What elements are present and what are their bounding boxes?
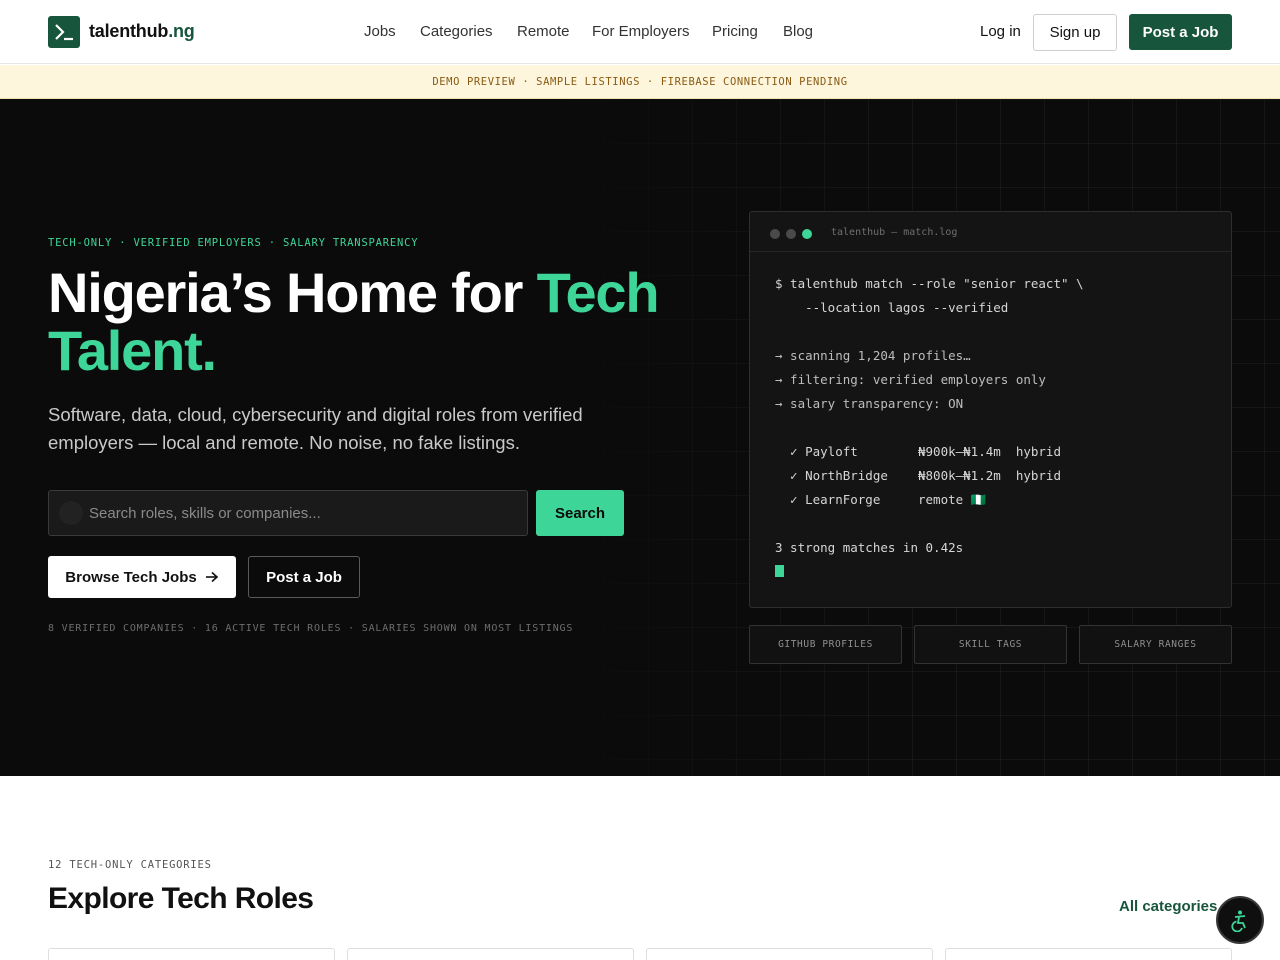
logo-terminal-icon[interactable] (48, 16, 80, 48)
hero-title: Nigeria’s Home for Tech Talent. (48, 264, 728, 380)
post-job-header-button[interactable]: Post a Job (1129, 14, 1232, 50)
logo-tld: .ng (168, 21, 195, 41)
feature-chip-salary: SALARY RANGES (1079, 625, 1232, 664)
accessibility-icon[interactable] (1216, 896, 1264, 944)
category-card[interactable] (945, 948, 1232, 960)
logo-name: talenthub (89, 21, 169, 41)
categories-title: Explore Tech Roles (48, 882, 314, 915)
browse-jobs-label: Browse Tech Jobs (65, 568, 197, 586)
terminal-line: --location lagos --verified (775, 300, 1009, 315)
terminal-window: talenthub — match.log $ talenthub match … (749, 211, 1232, 608)
terminal-cursor (775, 565, 784, 577)
category-card[interactable] (48, 948, 335, 960)
nav-for-employers[interactable]: For Employers (592, 23, 690, 40)
nav-blog[interactable]: Blog (783, 23, 813, 40)
site-header: talenthub.ng Jobs Categories Remote For … (0, 0, 1280, 64)
nav-jobs[interactable]: Jobs (364, 23, 396, 40)
demo-banner: DEMO PREVIEW · SAMPLE LISTINGS · FIREBAS… (0, 65, 1280, 99)
hero-stats: 8 VERIFIED COMPANIES · 16 ACTIVE TECH RO… (48, 623, 574, 634)
search-button[interactable]: Search (536, 490, 624, 536)
terminal-title: talenthub — match.log (831, 227, 958, 238)
window-dot-active-icon (802, 229, 812, 239)
terminal-line: ✓ NorthBridge ₦800k–₦1.2m hybrid (775, 468, 1061, 483)
login-link[interactable]: Log in (980, 23, 1021, 40)
hero-kicker: TECH-ONLY · VERIFIED EMPLOYERS · SALARY … (48, 237, 419, 249)
post-job-hero-button[interactable]: Post a Job (248, 556, 360, 598)
nav-categories[interactable]: Categories (420, 23, 493, 40)
hero-title-main: Nigeria’s Home for (48, 261, 537, 324)
feature-chip-github: GITHUB PROFILES (749, 625, 902, 664)
nav-pricing[interactable]: Pricing (712, 23, 758, 40)
nav-remote[interactable]: Remote (517, 23, 570, 40)
hero-subtitle: Software, data, cloud, cybersecurity and… (48, 404, 583, 453)
terminal-line: → filtering: verified employers only (775, 372, 1046, 387)
window-dot-icon (786, 229, 796, 239)
search-input[interactable] (89, 491, 519, 535)
terminal-line: ✓ LearnForge remote 🇳🇬 (775, 492, 987, 507)
all-categories-link[interactable]: All categories (1119, 898, 1217, 915)
window-dot-icon (770, 229, 780, 239)
terminal-line: 3 strong matches in 0.42s (775, 540, 964, 555)
signup-button[interactable]: Sign up (1033, 14, 1117, 51)
terminal-line: → salary transparency: ON (775, 396, 964, 411)
search-box[interactable] (48, 490, 528, 536)
terminal-line: → scanning 1,204 profiles… (775, 348, 971, 363)
categories-kicker: 12 TECH-ONLY CATEGORIES (48, 859, 212, 871)
terminal-line: $ talenthub match --role "senior react" … (775, 276, 1084, 291)
feature-chip-skills: SKILL TAGS (914, 625, 1067, 664)
logo-wordmark[interactable]: talenthub.ng (89, 21, 195, 42)
terminal-titlebar: talenthub — match.log (750, 212, 1231, 252)
browse-jobs-button[interactable]: Browse Tech Jobs (48, 556, 236, 598)
terminal-line: ✓ Payloft ₦900k–₦1.4m hybrid (775, 444, 1061, 459)
search-icon (59, 501, 83, 525)
arrow-right-icon (205, 571, 218, 583)
hero-section: TECH-ONLY · VERIFIED EMPLOYERS · SALARY … (0, 99, 1280, 776)
category-card[interactable] (347, 948, 634, 960)
category-card[interactable] (646, 948, 933, 960)
